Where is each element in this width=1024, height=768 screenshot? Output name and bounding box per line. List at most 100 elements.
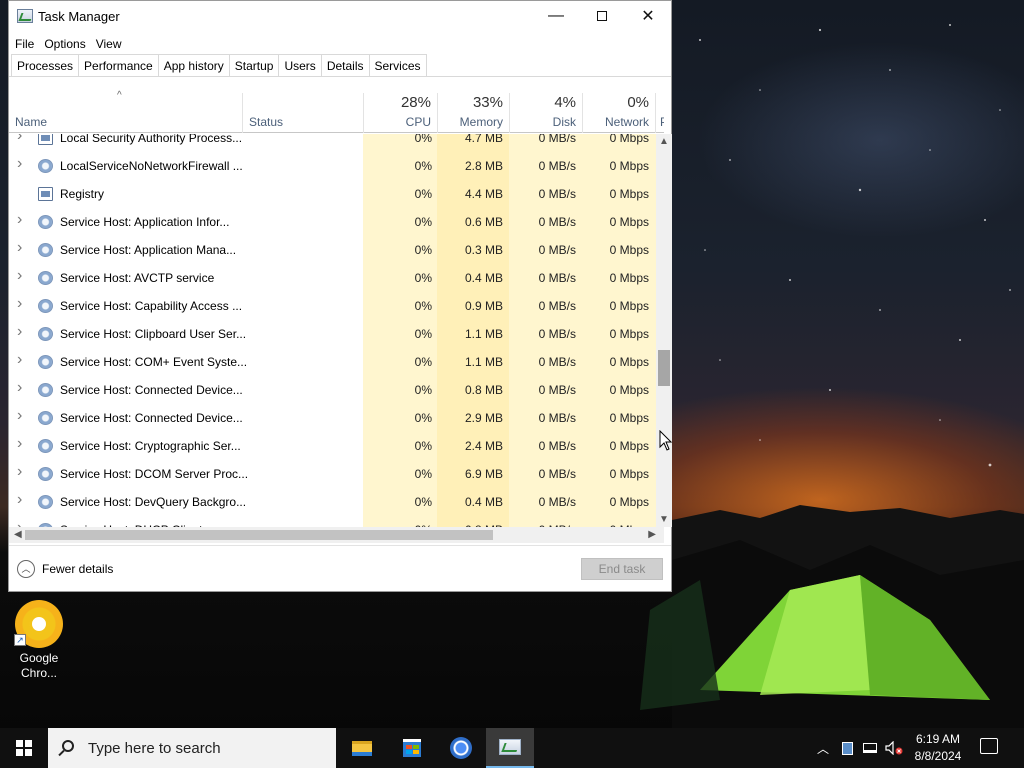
column-memory[interactable]: 33% Memory (437, 93, 509, 133)
tab-startup[interactable]: Startup (228, 54, 280, 76)
tab-services[interactable]: Services (368, 54, 427, 76)
taskbar-task-manager[interactable] (486, 728, 534, 768)
process-network: 0 Mbps (609, 187, 649, 201)
process-row[interactable]: › Service Host: Capability Access ... 0% 0.… (9, 292, 656, 320)
process-memory: 0.4 MB (464, 271, 503, 285)
maximize-button[interactable] (579, 1, 625, 31)
chevron-right-icon[interactable]: › (17, 463, 22, 481)
horizontal-scroll-thumb[interactable] (25, 530, 493, 540)
process-name: Service Host: Capability Access ... (60, 299, 243, 313)
process-memory: 1.1 MB (464, 355, 503, 369)
process-row[interactable]: › Service Host: Cryptographic Ser... 0% 2.4… (9, 432, 656, 460)
sort-caret-icon: ^ (117, 90, 122, 101)
chevron-right-icon[interactable]: › (17, 295, 22, 313)
tab-details[interactable]: Details (320, 54, 370, 76)
tab-app-history[interactable]: App history (157, 54, 230, 76)
column-status[interactable]: Status (242, 93, 363, 133)
menu-bar: File Options View (9, 33, 671, 55)
chevron-right-icon[interactable]: › (17, 155, 22, 173)
tab-users[interactable]: Users (278, 54, 322, 76)
process-network: 0 Mbps (609, 243, 649, 257)
menu-file[interactable]: File (15, 37, 42, 51)
vertical-scroll-thumb[interactable] (658, 350, 670, 386)
chevron-right-icon[interactable]: › (17, 134, 22, 145)
process-memory: 0.9 MB (464, 299, 503, 313)
process-network: 0 Mbps (609, 383, 649, 397)
chevron-right-icon[interactable]: › (17, 267, 22, 285)
chevron-right-icon[interactable]: › (17, 323, 22, 341)
chevron-right-icon[interactable]: › (17, 519, 22, 527)
window-title: Task Manager (38, 9, 120, 24)
tray-network-icon[interactable] (860, 728, 880, 768)
chevron-right-icon[interactable]: › (17, 239, 22, 257)
chevron-right-icon[interactable]: › (17, 351, 22, 369)
process-row[interactable]: ›Service Host: DHCP Client0%0.8 MB0 MB/s… (9, 516, 656, 527)
gear-icon (38, 495, 53, 509)
column-network-label: Network (604, 115, 649, 129)
tray-device-icon[interactable] (838, 728, 856, 768)
column-network[interactable]: 0% Network (582, 93, 655, 133)
chevron-right-icon[interactable]: › (17, 211, 22, 229)
column-disk[interactable]: 4% Disk (509, 93, 582, 133)
fewer-details-link[interactable]: Fewer details (42, 562, 113, 576)
action-center-icon[interactable] (980, 738, 998, 754)
end-task-button[interactable]: End task (581, 558, 663, 580)
taskbar-file-explorer[interactable] (338, 728, 386, 768)
column-power[interactable]: P (655, 93, 664, 133)
process-memory: 0.8 MB (464, 383, 503, 397)
scroll-right-icon[interactable]: ▶ (648, 529, 656, 540)
vertical-scrollbar[interactable]: ▲ ▼ (656, 134, 672, 527)
process-row[interactable]: › Service Host: DevQuery Backgro... 0% 0.4 … (9, 488, 656, 516)
process-row[interactable]: › Local Security Authority Process... 0% 4.… (9, 134, 656, 152)
scroll-up-icon[interactable]: ▲ (659, 136, 669, 147)
chevron-right-icon[interactable]: › (17, 435, 22, 453)
column-memory-label: Memory (459, 115, 503, 129)
process-row[interactable]: › LocalServiceNoNetworkFirewall ... 0% 2.8 … (9, 152, 656, 180)
column-name[interactable]: ^ Name (9, 90, 242, 133)
process-memory: 0.3 MB (464, 243, 503, 257)
process-row[interactable]: › Service Host: COM+ Event Syste... 0% 1.1 … (9, 348, 656, 376)
taskbar-clock[interactable]: 6:19 AM 8/8/2024 (905, 731, 971, 765)
process-memory: 6.9 MB (464, 467, 503, 481)
chevron-right-icon[interactable]: › (17, 491, 22, 509)
file-explorer-icon (352, 740, 372, 756)
show-hidden-icons-button[interactable]: ︿ (813, 728, 833, 768)
scroll-left-icon[interactable]: ◀ (14, 529, 22, 540)
process-row[interactable]: › Service Host: Connected Device... 0% 0.8 … (9, 376, 656, 404)
process-row[interactable]: › Service Host: Clipboard User Ser... 0% 1.… (9, 320, 656, 348)
tray-volume-icon[interactable] (884, 728, 904, 768)
process-network: 0 Mbps (609, 299, 649, 313)
scroll-down-icon[interactable]: ▼ (659, 514, 669, 525)
start-button[interactable] (0, 728, 48, 768)
chevron-right-icon[interactable]: › (17, 407, 22, 425)
tab-processes[interactable]: Processes (11, 54, 80, 76)
menu-options[interactable]: Options (44, 37, 93, 51)
taskbar-chrome[interactable] (437, 728, 485, 768)
chevron-right-icon[interactable]: › (17, 379, 22, 397)
tab-performance[interactable]: Performance (78, 54, 159, 76)
desktop-icon-google-chrome[interactable]: ↗ Google Chro... (8, 600, 70, 681)
minimize-button[interactable]: — (533, 1, 579, 31)
minimize-icon: — (548, 7, 564, 24)
process-row[interactable]: › Service Host: AVCTP service 0% 0.4 MB 0 MB… (9, 264, 656, 292)
clock-date: 8/8/2024 (914, 749, 962, 763)
footer-bar: ︿ Fewer details End task (9, 545, 671, 591)
search-icon (62, 740, 74, 752)
process-row[interactable]: › Service Host: DCOM Server Proc... 0% 6.9 … (9, 460, 656, 488)
process-row[interactable]: › Service Host: Connected Device... 0% 2.9 … (9, 404, 656, 432)
process-row[interactable]: › Service Host: Application Infor... 0% 0.6… (9, 208, 656, 236)
title-bar[interactable]: Task Manager — ✕ (9, 1, 671, 33)
horizontal-scrollbar[interactable]: ◀ ▶ (9, 527, 664, 543)
close-button[interactable]: ✕ (625, 1, 671, 31)
chevron-up-icon[interactable]: ︿ (17, 560, 35, 578)
process-disk: 0 MB/s (538, 355, 576, 369)
process-memory: 2.8 MB (464, 159, 503, 173)
process-row[interactable]: Registry 0% 4.4 MB 0 MB/s 0 Mbps (9, 180, 656, 208)
menu-view[interactable]: View (96, 37, 130, 51)
taskbar-search-box[interactable]: Type here to search (48, 728, 336, 768)
chevron-up-icon: ︿ (816, 741, 829, 756)
process-memory: 0.6 MB (464, 215, 503, 229)
column-cpu[interactable]: 28% CPU (363, 93, 437, 133)
process-row[interactable]: › Service Host: Application Mana... 0% 0.3 … (9, 236, 656, 264)
taskbar-microsoft-store[interactable] (388, 728, 436, 768)
